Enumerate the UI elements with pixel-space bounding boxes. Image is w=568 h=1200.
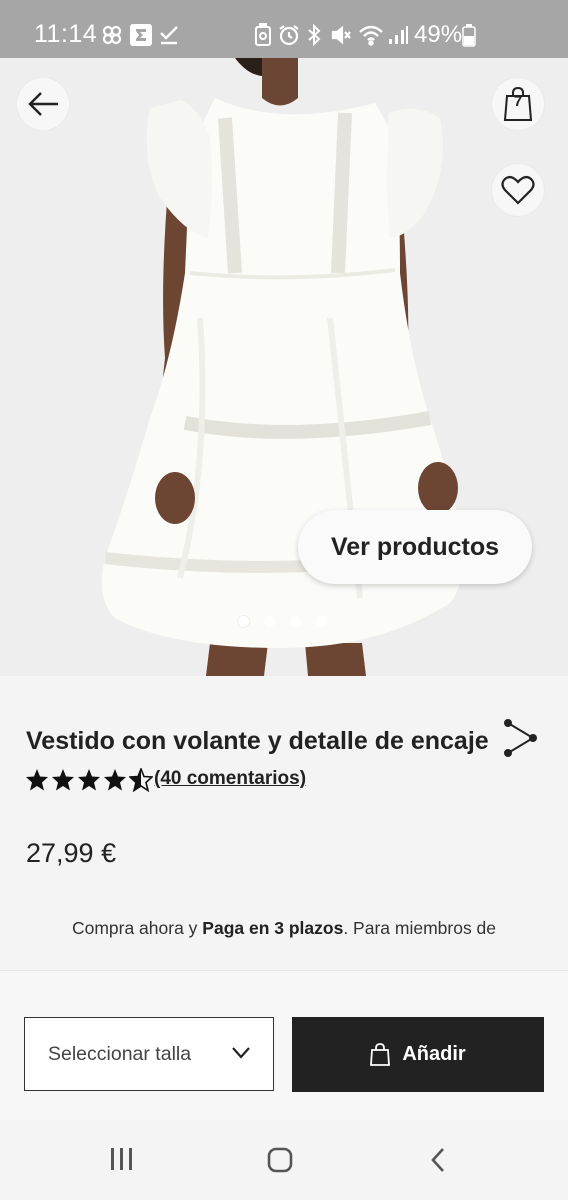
star-icon — [52, 769, 74, 791]
share-icon — [504, 719, 537, 757]
sigma-icon — [130, 22, 152, 48]
battery-percent: 49% — [414, 21, 463, 48]
carousel-dot[interactable] — [238, 616, 249, 627]
chevron-down-icon — [232, 1047, 250, 1059]
promo-suffix: . Para miembros de — [343, 918, 497, 938]
star-icon — [78, 769, 100, 791]
back-button[interactable] — [17, 78, 69, 130]
home-button[interactable] — [266, 1146, 294, 1179]
carousel-indicators — [238, 616, 327, 627]
half-star-icon — [129, 768, 153, 792]
recent-apps-button[interactable] — [109, 1146, 135, 1177]
status-time: 11:14 — [34, 20, 98, 48]
bag-icon — [370, 1042, 391, 1066]
product-title: Vestido con volante y detalle de encaje — [26, 727, 489, 755]
size-select[interactable]: Seleccionar talla — [24, 1017, 274, 1091]
share-button[interactable] — [498, 718, 538, 763]
cart-button[interactable]: 7 — [492, 78, 544, 130]
mute-icon — [330, 22, 352, 48]
add-button-label: Añadir — [402, 1043, 466, 1065]
star-icon — [104, 769, 126, 791]
wifi-icon — [358, 22, 384, 48]
installment-promo: Compra ahora y Paga en 3 plazos. Para mi… — [0, 918, 568, 939]
carousel-dot[interactable] — [290, 616, 301, 627]
back-nav-button[interactable] — [428, 1146, 448, 1179]
bluetooth-icon — [305, 22, 323, 48]
heart-icon — [501, 175, 535, 205]
checklist-icon — [158, 22, 180, 48]
battery-icon — [462, 22, 476, 48]
alarm-icon — [278, 22, 300, 48]
promo-highlight[interactable]: Paga en 3 plazos — [202, 918, 343, 938]
home-icon — [267, 1147, 293, 1173]
carousel-dot[interactable] — [264, 616, 275, 627]
carousel-dot[interactable] — [316, 616, 327, 627]
signal-icon — [387, 22, 409, 48]
view-products-button[interactable]: Ver productos — [298, 510, 532, 584]
product-image-carousel[interactable]: 7 Ver productos — [0, 58, 568, 676]
cart-count: 7 — [513, 93, 523, 110]
battery-saver-icon — [254, 22, 272, 48]
recent-apps-icon — [111, 1148, 132, 1170]
rating-stars — [25, 768, 153, 792]
promo-prefix: Compra ahora y — [71, 918, 203, 938]
favorite-button[interactable] — [492, 164, 544, 216]
arrow-left-icon — [28, 92, 58, 116]
add-to-bag-button[interactable]: Añadir — [292, 1017, 544, 1092]
system-nav-bar — [0, 1120, 568, 1200]
star-icon — [26, 769, 48, 791]
reviews-link[interactable]: (40 comentarios) — [154, 768, 306, 790]
product-price: 27,99 € — [26, 838, 117, 868]
pinwheel-icon — [100, 22, 124, 48]
size-select-label: Seleccionar talla — [48, 1043, 192, 1065]
chevron-left-icon — [431, 1148, 444, 1172]
